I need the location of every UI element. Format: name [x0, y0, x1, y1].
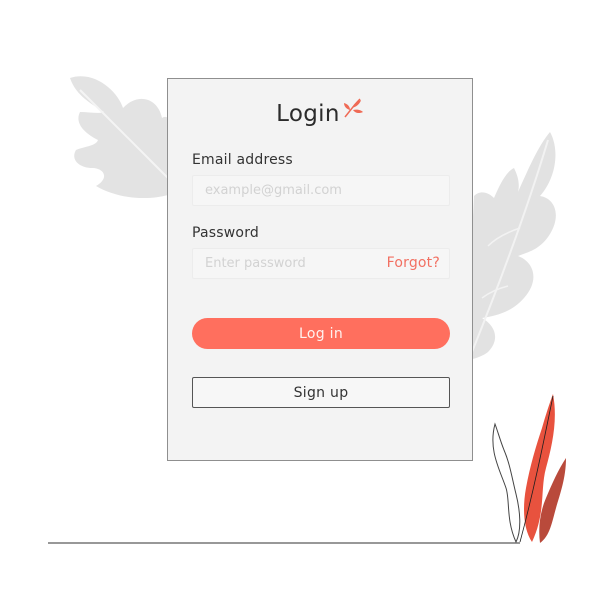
right-oak-leaf [466, 132, 556, 360]
email-label: Email address [192, 152, 293, 168]
password-label: Password [192, 225, 259, 241]
forgot-password-link[interactable]: Forgot? [387, 255, 440, 271]
signup-button[interactable]: Sign up [192, 377, 450, 408]
email-input[interactable] [192, 175, 450, 206]
login-button[interactable]: Log in [192, 318, 450, 349]
login-card: Login Email address Password Forgot? Log… [167, 78, 473, 461]
outlined-plant [492, 422, 521, 544]
title-row: Login [168, 98, 472, 135]
left-oak-leaf [70, 76, 176, 199]
leaf-sprig-icon [342, 97, 364, 123]
page-title: Login [276, 101, 340, 127]
